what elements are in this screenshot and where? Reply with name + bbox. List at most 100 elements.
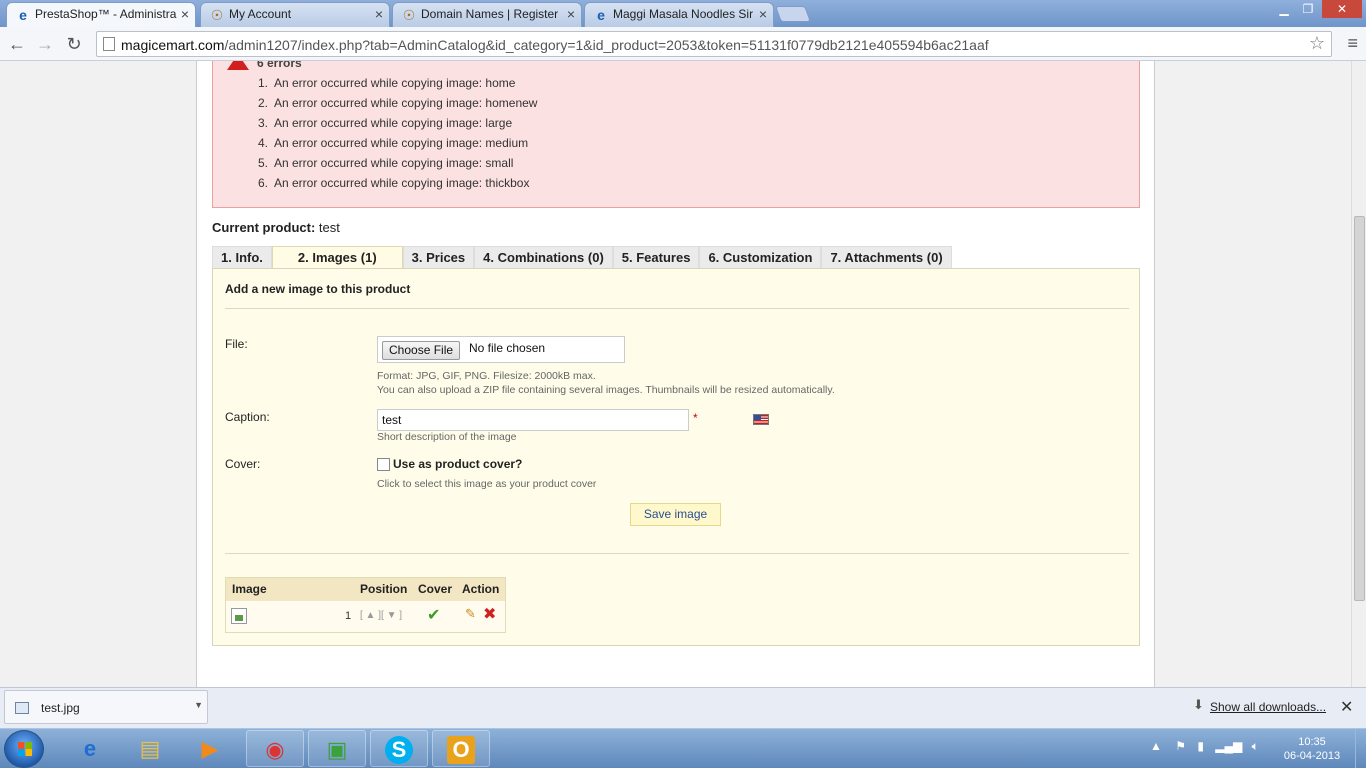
- tab-prices[interactable]: 3. Prices: [402, 246, 475, 268]
- shopping-bag-icon: ▣: [326, 737, 348, 762]
- panel-title: Add a new image to this product: [225, 282, 411, 296]
- taskbar-outlook[interactable]: O: [432, 730, 490, 767]
- table-header: Image Position Cover Action: [226, 578, 505, 601]
- required-mark: *: [693, 411, 698, 425]
- edit-icon[interactable]: ✎: [465, 606, 476, 622]
- browser-tab-title: My Account: [229, 7, 292, 21]
- tab-images[interactable]: 2. Images (1): [271, 246, 403, 268]
- close-icon[interactable]: ✕: [1340, 697, 1353, 717]
- tab-combinations[interactable]: 4. Combinations (0): [474, 246, 613, 268]
- cover-label: Cover:: [225, 457, 261, 471]
- image-file-icon: [15, 702, 29, 714]
- image-thumbnail[interactable]: [231, 608, 247, 624]
- chevron-up-icon[interactable]: ▲: [1150, 739, 1162, 753]
- download-arrow-icon: ⬇: [1193, 697, 1204, 712]
- current-product-name: test: [318, 220, 340, 235]
- download-item[interactable]: test.jpg ▼: [4, 690, 208, 724]
- position-value: 1: [345, 610, 352, 622]
- current-product-label: Current product:: [212, 220, 316, 235]
- show-desktop-button[interactable]: [1355, 729, 1366, 768]
- reload-icon[interactable]: ↻: [63, 33, 85, 55]
- choose-file-button[interactable]: Choose File: [382, 341, 461, 360]
- taskbar-store[interactable]: ▣: [308, 730, 366, 767]
- chevron-down-icon[interactable]: ▼: [194, 700, 203, 710]
- start-button[interactable]: [4, 730, 44, 768]
- download-filename: test.jpg: [41, 701, 80, 715]
- page-scrollbar[interactable]: [1351, 61, 1366, 687]
- file-status: No file chosen: [469, 341, 546, 355]
- warning-icon: [227, 61, 249, 70]
- volume-icon[interactable]: 🔈︎: [1252, 739, 1259, 753]
- taskbar-media-player[interactable]: ▶: [182, 730, 240, 767]
- error-item: 3. An error occurred while copying image:…: [258, 116, 513, 130]
- new-tab-button[interactable]: [775, 6, 811, 22]
- error-list: 1. An error occurred while copying image:…: [258, 73, 537, 193]
- taskbar-chrome[interactable]: ◉: [246, 730, 304, 767]
- images-panel: Add a new image to this product File: Ch…: [212, 268, 1140, 646]
- ie-logo-icon: e: [83, 736, 97, 761]
- address-bar[interactable]: magicemart.com/admin1207/index.php?tab=A…: [96, 31, 1332, 57]
- browser-tab-prestashop[interactable]: e PrestaShop™ - Administra ×: [6, 2, 196, 27]
- error-box: 6 errors 1. An error occurred while copyi…: [212, 61, 1140, 208]
- ie-logo-icon: e: [597, 7, 605, 23]
- chrome-logo-icon: ◉: [265, 737, 285, 762]
- signal-icon[interactable]: ▂▄▆: [1215, 739, 1242, 753]
- delete-icon[interactable]: ✖: [483, 604, 496, 624]
- tab-attachments[interactable]: 7. Attachments (0): [821, 246, 952, 268]
- browser-toolbar: ← → ↻ magicemart.com/admin1207/index.php…: [0, 27, 1366, 61]
- column-header: Action: [462, 582, 500, 596]
- cover-hint: Click to select this image as your produ…: [377, 478, 597, 490]
- close-icon[interactable]: ×: [759, 3, 767, 25]
- error-item: 6. An error occurred while copying image:…: [258, 176, 530, 190]
- back-icon[interactable]: ←: [6, 33, 28, 55]
- window-close-icon[interactable]: ✕: [1322, 0, 1362, 18]
- browser-tab-title: PrestaShop™ - Administra: [35, 7, 177, 21]
- divider: [225, 553, 1129, 554]
- error-item: 5. An error occurred while copying image:…: [258, 156, 514, 170]
- tab-features[interactable]: 5. Features: [612, 246, 700, 268]
- outlook-icon: O: [447, 736, 475, 764]
- error-item: 2. An error occurred while copying image:…: [258, 96, 538, 110]
- forward-icon[interactable]: →: [34, 33, 56, 55]
- clock[interactable]: 10:35 06-04-2013: [1282, 735, 1342, 763]
- scrollbar-thumb[interactable]: [1354, 216, 1365, 601]
- browser-tab-maggi[interactable]: e Maggi Masala Noodles Sir ×: [584, 2, 774, 27]
- error-count: 6 errors: [257, 61, 302, 70]
- browser-tab-my-account[interactable]: ☉ My Account ×: [200, 2, 390, 27]
- close-icon[interactable]: ×: [567, 3, 575, 25]
- taskbar-skype[interactable]: S: [370, 730, 428, 767]
- media-player-icon: ▶: [201, 736, 219, 761]
- tab-customization[interactable]: 6. Customization: [699, 246, 822, 268]
- loading-icon: ☉: [210, 7, 224, 23]
- show-all-downloads-link[interactable]: Show all downloads...: [1210, 700, 1326, 714]
- taskbar-explorer[interactable]: ▤: [122, 730, 180, 767]
- close-icon[interactable]: ×: [181, 3, 189, 25]
- tab-info[interactable]: 1. Info.: [212, 246, 272, 268]
- column-header: Cover: [418, 582, 453, 596]
- close-icon[interactable]: ×: [375, 3, 383, 25]
- skype-icon: S: [385, 736, 413, 764]
- bookmark-star-icon[interactable]: ☆: [1309, 33, 1325, 54]
- taskbar-ie[interactable]: e: [62, 730, 120, 767]
- save-image-button[interactable]: Save image: [630, 503, 721, 526]
- error-item: 4. An error occurred while copying image:…: [258, 136, 529, 150]
- chrome-menu-icon[interactable]: ≡: [1347, 33, 1358, 54]
- flag-icon[interactable]: ⚑: [1175, 739, 1186, 753]
- url-text: magicemart.com/admin1207/index.php?tab=A…: [121, 37, 989, 53]
- network-icon[interactable]: ▮: [1197, 739, 1204, 753]
- caption-input[interactable]: test: [377, 409, 689, 431]
- position-arrows[interactable]: [ ▲ ][ ▼ ]: [360, 610, 402, 621]
- loading-icon: ☉: [402, 7, 416, 23]
- browser-tab-domain-names[interactable]: ☉ Domain Names | Register ×: [392, 2, 582, 27]
- cover-checkbox-label[interactable]: Use as product cover?: [393, 457, 522, 471]
- ie-logo-icon: e: [19, 7, 27, 23]
- file-input[interactable]: Choose File No file chosen: [377, 336, 625, 363]
- folder-icon: ▤: [139, 736, 161, 761]
- browser-tab-title: Domain Names | Register: [421, 7, 559, 21]
- restore-icon[interactable]: ❐: [1294, 0, 1322, 18]
- browser-tab-title: Maggi Masala Noodles Sir: [613, 7, 754, 21]
- downloads-shelf: test.jpg ▼ ⬇ Show all downloads... ✕: [0, 687, 1366, 728]
- us-flag-icon[interactable]: [753, 414, 769, 425]
- file-label: File:: [225, 337, 248, 351]
- cover-checkbox[interactable]: [377, 458, 390, 471]
